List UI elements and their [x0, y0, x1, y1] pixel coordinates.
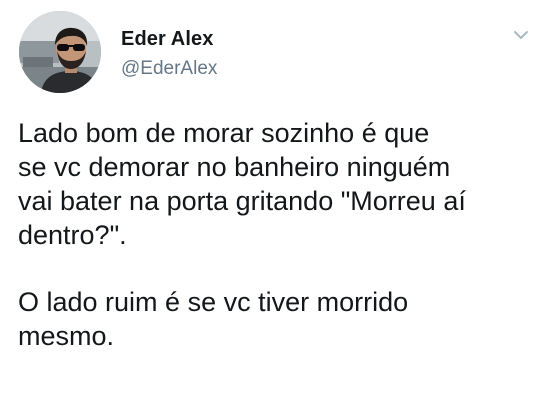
- tweet-text: Lado bom de morar sozinho é que se vc de…: [18, 116, 533, 353]
- tweet-paragraph: O lado ruim é se vc tiver morrido mesmo.: [18, 285, 533, 353]
- tweet-card: Eder Alex @EderAlex Lado bom de morar so…: [0, 0, 543, 403]
- chevron-down-icon[interactable]: [509, 26, 533, 44]
- tweet-line: vai bater na porta gritando "Morreu aí: [18, 186, 466, 216]
- tweet-line: O lado ruim é se vc tiver morrido: [18, 287, 409, 317]
- tweet-line: mesmo.: [18, 321, 115, 351]
- tweet-line: Lado bom de morar sozinho é que: [18, 118, 430, 148]
- avatar-photo: [19, 11, 101, 93]
- author-avatar[interactable]: [19, 11, 101, 93]
- tweet-paragraph: Lado bom de morar sozinho é que se vc de…: [18, 116, 533, 252]
- author-name[interactable]: Eder Alex: [121, 28, 213, 51]
- tweet-line: se vc demorar no banheiro ninguém: [18, 152, 451, 182]
- author-handle[interactable]: @EderAlex: [121, 58, 217, 80]
- tweet-line: dentro?".: [18, 220, 127, 250]
